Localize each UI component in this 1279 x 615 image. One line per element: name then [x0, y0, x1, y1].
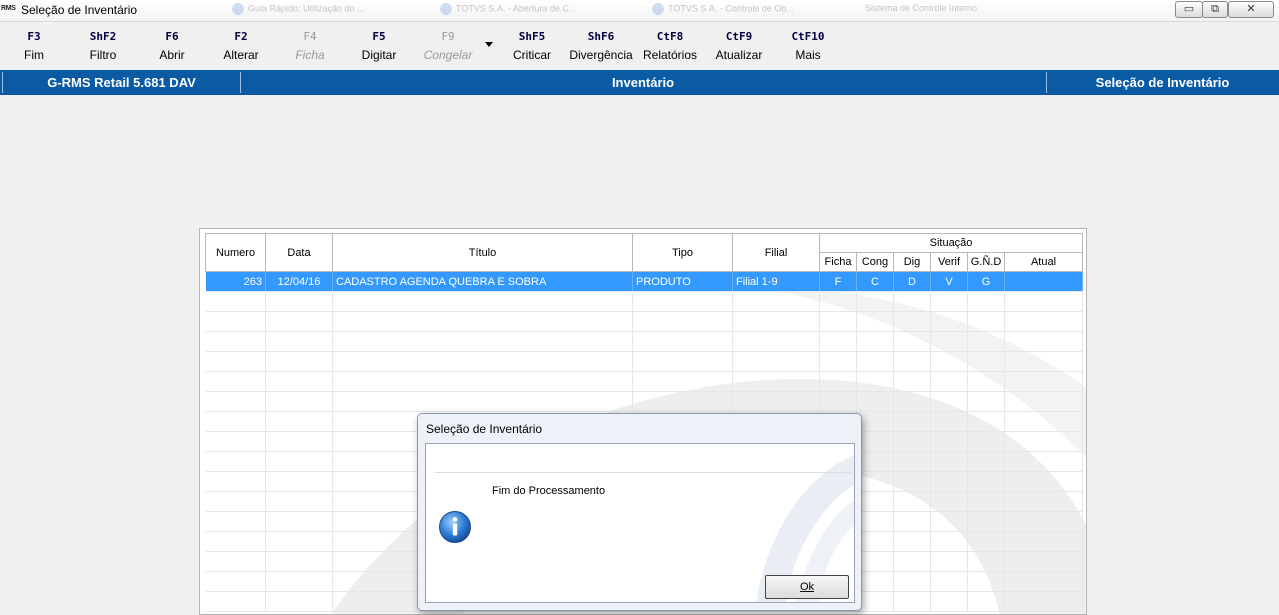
column-header-atual[interactable]: Atual: [1003, 252, 1084, 272]
ok-button-label: Ok: [799, 581, 815, 593]
column-header-gnd[interactable]: G.Ñ.D: [967, 252, 1005, 272]
cell-dig: D: [893, 271, 931, 292]
cell-gnd: G: [967, 271, 1005, 292]
empty-row[interactable]: [205, 371, 1084, 392]
cell-ficha: F: [819, 271, 857, 292]
toolbar-button-relatorios[interactable]: CtF8 Relatórios: [630, 30, 710, 63]
toolbar-label: Alterar: [223, 48, 259, 62]
cell-numero: 263: [205, 271, 266, 292]
toolbar-label: Ficha: [295, 48, 325, 62]
shortcut-key: ShF5: [518, 30, 546, 43]
toolbar-label: Filtro: [89, 48, 117, 62]
close-button[interactable]: ✕: [1228, 1, 1274, 18]
dialog-body: Fim do Processamento Ok: [425, 443, 855, 603]
shortcut-key: F2: [234, 30, 248, 43]
background-tab: Sistema de Controle Interno: [865, 3, 978, 13]
window-title: Seleção de Inventário: [21, 3, 138, 17]
browser-icon: [232, 3, 244, 15]
column-header-ficha[interactable]: Ficha: [819, 252, 857, 272]
column-header-verif[interactable]: Verif: [930, 252, 968, 272]
toolbar-label: Criticar: [513, 48, 551, 62]
empty-row[interactable]: [205, 351, 1084, 372]
empty-row[interactable]: [205, 291, 1084, 312]
shortcut-key: F9: [441, 30, 455, 43]
toolbar-button-mais[interactable]: CtF10 Mais: [768, 30, 848, 63]
shortcut-key: F6: [165, 30, 179, 43]
close-icon: ✕: [1246, 3, 1256, 15]
toolbar-label: Abrir: [159, 48, 185, 62]
shortcut-key: F5: [372, 30, 386, 43]
shortcut-key: F4: [303, 30, 317, 43]
browser-icon: [652, 3, 664, 15]
column-header-filial[interactable]: Filial: [732, 233, 820, 272]
dialog-separator: [435, 472, 851, 473]
toolbar-label: Atualizar: [715, 48, 763, 62]
app-logo: RMS: [1, 5, 16, 12]
message-dialog: Seleção de Inventário Fim do Processamen…: [417, 413, 862, 611]
cell-atual: [1004, 271, 1084, 292]
column-group-situacao: Situação: [818, 233, 1084, 253]
cell-cong: C: [856, 271, 894, 292]
background-taskbar-tabs: Guia Rápido: Utilização do ... TOTVS S.A…: [140, 3, 1090, 19]
browser-icon: [440, 3, 452, 15]
empty-row[interactable]: [205, 391, 1084, 412]
shortcut-key: CtF9: [725, 30, 753, 43]
empty-row[interactable]: [205, 331, 1084, 352]
cell-titulo: CADASTRO AGENDA QUEBRA E SOBRA: [332, 271, 633, 292]
function-key-toolbar: F3 Fim ShF2 Filtro F6 Abrir F2 Alterar F4 Fic…: [0, 22, 1279, 70]
empty-row[interactable]: [205, 311, 1084, 332]
minimize-button[interactable]: ▭: [1175, 1, 1203, 18]
background-tab: TOTVS S.A. - Controle de Ob...: [652, 3, 794, 19]
toolbar-button-abrir[interactable]: F6 Abrir: [132, 30, 212, 63]
toolbar-label: Congelar: [423, 48, 473, 62]
toolbar-label: Relatórios: [642, 48, 698, 62]
table-row[interactable]: 263 12/04/16 CADASTRO AGENDA QUEBRA E SO…: [205, 271, 1084, 292]
cell-verif: V: [930, 271, 968, 292]
shortcut-key: CtF10: [791, 30, 825, 43]
window-title-bar: RMS Seleção de Inventário Guia Rápido: U…: [0, 0, 1279, 22]
column-header-titulo[interactable]: Título: [332, 233, 633, 272]
background-tab: Guia Rápido: Utilização do ...: [232, 3, 365, 19]
dialog-title: Seleção de Inventário: [426, 422, 543, 436]
toolbar-button-ficha[interactable]: F4 Ficha: [270, 30, 350, 63]
column-header-tipo[interactable]: Tipo: [632, 233, 733, 272]
ok-button[interactable]: Ok: [765, 575, 849, 599]
toolbar-button-digitar[interactable]: F5 Digitar: [339, 30, 419, 63]
column-header-cong[interactable]: Cong: [856, 252, 894, 272]
cell-filial: Filial 1-9: [732, 271, 820, 292]
info-icon: [439, 511, 471, 543]
shortcut-key: CtF8: [656, 30, 684, 43]
background-tab: TOTVS S.A. - Abertura de C...: [440, 3, 576, 19]
toolbar-label: Divergência: [569, 48, 633, 62]
screen-title: Seleção de Inventário: [1095, 75, 1230, 90]
dialog-message: Fim do Processamento: [492, 485, 606, 497]
minimize-icon: ▭: [1183, 3, 1195, 15]
column-header-numero[interactable]: Numero: [205, 233, 266, 272]
cell-data: 12/04/16: [265, 271, 333, 292]
cell-tipo: PRODUTO: [632, 271, 733, 292]
app-version-label: G-RMS Retail 5.681 DAV: [2, 72, 241, 93]
toolbar-button-alterar[interactable]: F2 Alterar: [201, 30, 281, 63]
module-title: Inventário: [240, 72, 1047, 93]
toolbar-button-divergencia[interactable]: ShF6 Divergência: [561, 30, 641, 63]
toolbar-button-congelar[interactable]: F9 Congelar: [408, 30, 488, 63]
toolbar-button-filtro[interactable]: ShF2 Filtro: [63, 30, 143, 63]
column-header-dig[interactable]: Dig: [893, 252, 931, 272]
toolbar-button-criticar[interactable]: ShF5 Criticar: [492, 30, 572, 63]
toolbar-button-atualizar[interactable]: CtF9 Atualizar: [699, 30, 779, 63]
maximize-button[interactable]: ⧉: [1202, 1, 1228, 18]
screen-header-bar: G-RMS Retail 5.681 DAV Inventário Seleçã…: [0, 70, 1279, 95]
toolbar-label: Mais: [795, 48, 821, 62]
shortcut-key: ShF2: [89, 30, 117, 43]
column-header-data[interactable]: Data: [265, 233, 333, 272]
restore-icon: ⧉: [1211, 3, 1219, 15]
toolbar-label: Digitar: [361, 48, 397, 62]
shortcut-key: ShF6: [587, 30, 615, 43]
